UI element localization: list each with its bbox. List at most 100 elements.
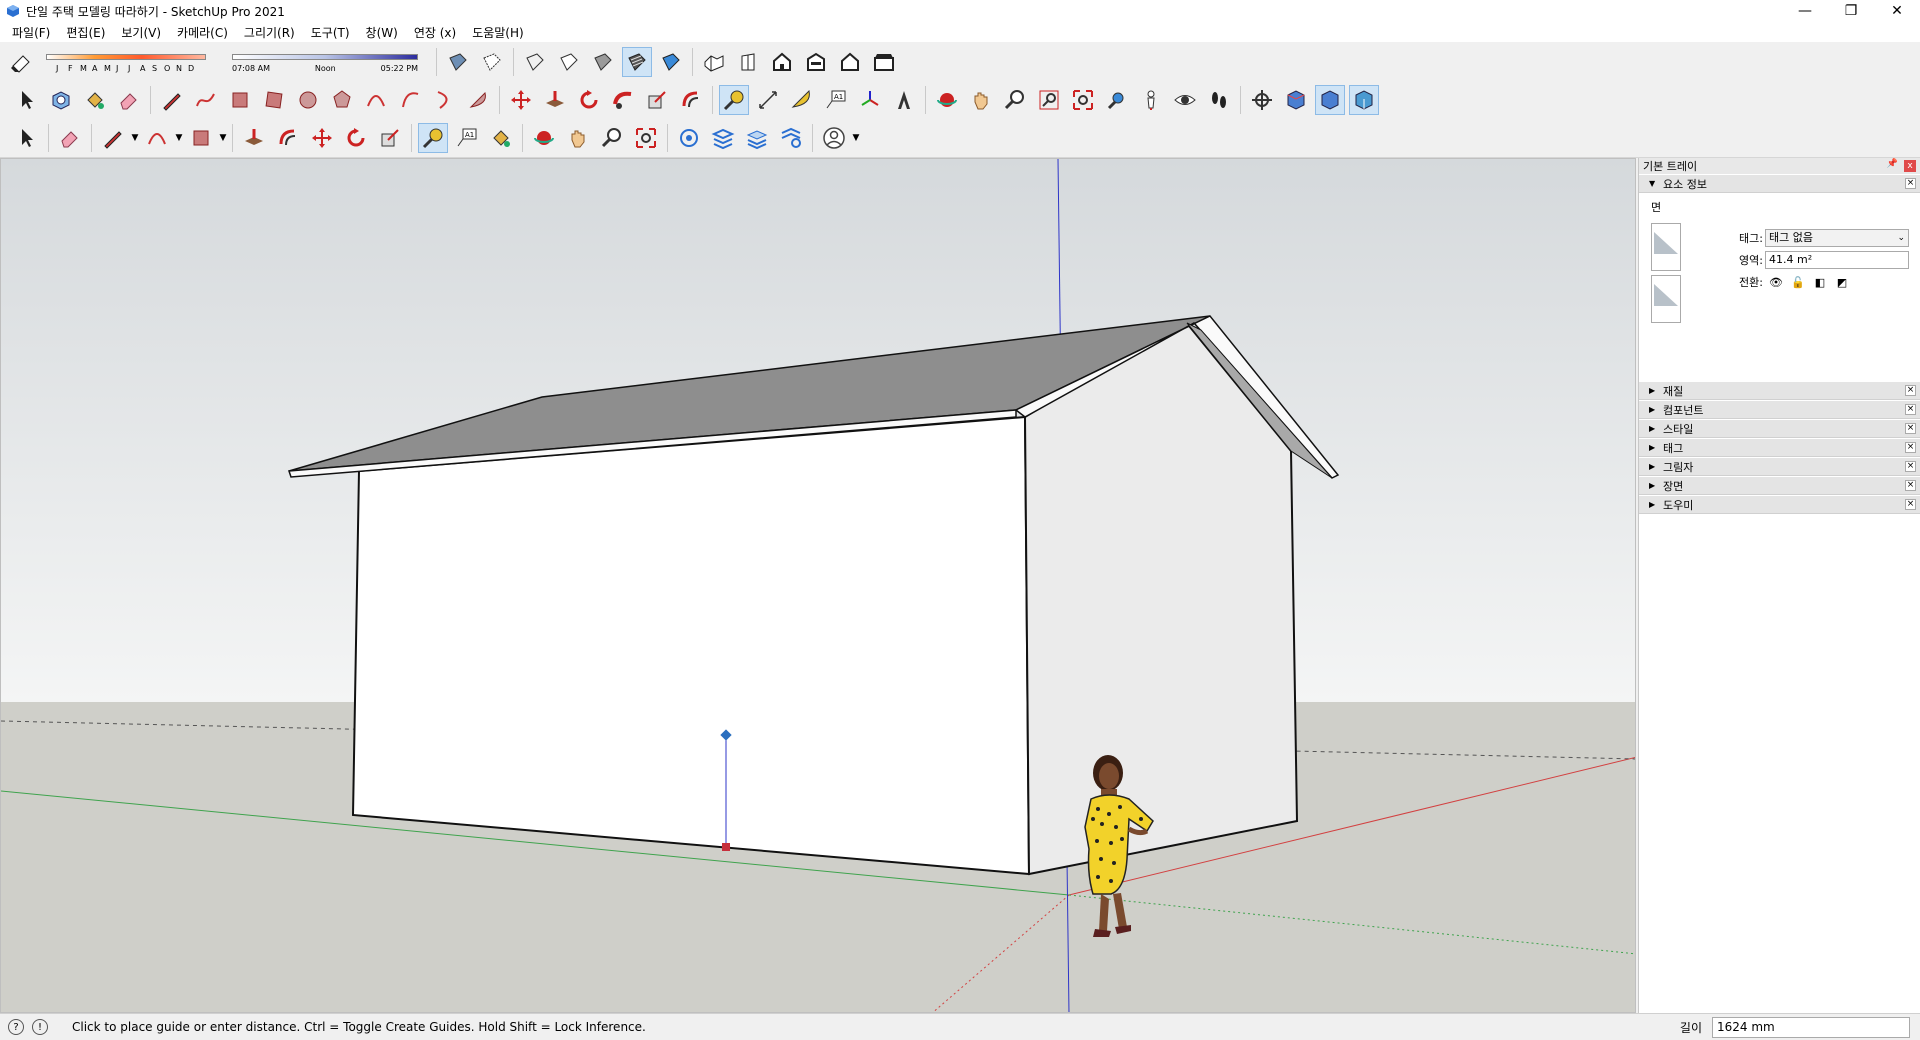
select-tool-button[interactable] <box>12 85 42 115</box>
rotate-button-small[interactable] <box>341 123 371 153</box>
three-point-arc-button[interactable] <box>429 85 459 115</box>
push-pull-button[interactable] <box>540 85 570 115</box>
move-tool-button[interactable] <box>506 85 536 115</box>
time-slider-track[interactable] <box>232 54 418 60</box>
panel-shadows[interactable]: ▶ 그림자 × <box>1639 458 1920 476</box>
pan-button-small[interactable] <box>563 123 593 153</box>
menu-view[interactable]: 보기(V) <box>113 24 169 41</box>
3d-warehouse-button[interactable] <box>674 123 704 153</box>
restore-button[interactable]: ❐ <box>1828 0 1874 22</box>
date-slider[interactable]: J F M A M J J A S O N D <box>46 48 206 76</box>
eraser-button-small[interactable] <box>55 123 85 153</box>
menu-tools[interactable]: 도구(T) <box>303 24 358 41</box>
geo-location-icon[interactable]: ? <box>8 1019 24 1035</box>
circle-tool-button[interactable] <box>293 85 323 115</box>
panel-instructor[interactable]: ▶ 도우미 × <box>1639 496 1920 514</box>
protractor-button[interactable] <box>787 85 817 115</box>
date-slider-track[interactable] <box>46 54 206 60</box>
line-tool-button[interactable] <box>157 85 187 115</box>
3d-text-button[interactable] <box>889 85 919 115</box>
minimize-button[interactable]: — <box>1782 0 1828 22</box>
panel-close-icon[interactable]: × <box>1905 499 1916 510</box>
back-edges-button[interactable] <box>477 47 507 77</box>
hidden-line-button[interactable] <box>554 47 584 77</box>
paint-bucket-button[interactable] <box>80 85 110 115</box>
house-front-wall[interactable] <box>351 415 1031 876</box>
tag-select[interactable]: 태그 없음 ⌄ <box>1765 229 1909 247</box>
two-point-arc-button[interactable] <box>395 85 425 115</box>
info-icon[interactable]: ! <box>32 1019 48 1035</box>
xray-button[interactable] <box>443 47 473 77</box>
panel-close-icon[interactable]: × <box>1905 480 1916 491</box>
line-dropdown-caret[interactable]: ▼ <box>130 123 140 153</box>
shaded-button[interactable] <box>588 47 618 77</box>
back-view-button[interactable] <box>801 47 831 77</box>
select-button-small[interactable] <box>12 123 42 153</box>
visible-eye-icon[interactable]: 👁 <box>1765 273 1787 291</box>
monochrome-button[interactable] <box>656 47 686 77</box>
shadow-toggle-button[interactable] <box>6 47 36 77</box>
close-button[interactable]: ✕ <box>1874 0 1920 22</box>
menu-extensions[interactable]: 연장 (x) <box>406 24 464 41</box>
eraser-tool-button[interactable] <box>114 85 144 115</box>
measurement-input[interactable]: 1624 mm <box>1712 1017 1910 1038</box>
look-around-button[interactable] <box>1170 85 1200 115</box>
top-view-button[interactable] <box>869 47 899 77</box>
menu-window[interactable]: 창(W) <box>358 24 406 41</box>
layers-button[interactable] <box>742 123 772 153</box>
entity-info-header[interactable]: ▼ 요소 정보 × <box>1639 175 1920 193</box>
push-pull-button-small[interactable] <box>239 123 269 153</box>
scale-button-small[interactable] <box>375 123 405 153</box>
arc-dropdown-caret[interactable]: ▼ <box>174 123 184 153</box>
make-component-button[interactable] <box>46 85 76 115</box>
line-button-small[interactable] <box>98 123 128 153</box>
move-button-small[interactable] <box>307 123 337 153</box>
display-section-fill-button[interactable] <box>1349 85 1379 115</box>
iso-view-button[interactable] <box>699 47 729 77</box>
panel-scenes[interactable]: ▶ 장면 × <box>1639 477 1920 495</box>
scale-tool-button[interactable] <box>642 85 672 115</box>
menu-file[interactable]: 파일(F) <box>4 24 58 41</box>
position-camera-button[interactable] <box>1136 85 1166 115</box>
pie-tool-button[interactable] <box>463 85 493 115</box>
orbit-tool-button[interactable] <box>932 85 962 115</box>
paint-bucket-button-small[interactable] <box>486 123 516 153</box>
panel-close-icon[interactable]: × <box>1905 423 1916 434</box>
zoom-extents-button-small[interactable] <box>631 123 661 153</box>
follow-me-button[interactable] <box>608 85 638 115</box>
scene-canvas[interactable] <box>1 159 1636 1013</box>
rotated-rectangle-button[interactable] <box>259 85 289 115</box>
zoom-tool-button[interactable] <box>1000 85 1030 115</box>
offset-button-small[interactable] <box>273 123 303 153</box>
orbit-button-small[interactable] <box>529 123 559 153</box>
front-view-button[interactable] <box>767 47 797 77</box>
front-material-swatch[interactable] <box>1651 223 1681 271</box>
display-section-cuts-button[interactable] <box>1315 85 1345 115</box>
previous-view-button[interactable] <box>1102 85 1132 115</box>
text-tool-button[interactable]: A1 <box>821 85 851 115</box>
menu-camera[interactable]: 카메라(C) <box>169 24 236 41</box>
account-dropdown-caret[interactable]: ▼ <box>851 123 861 153</box>
cast-shadows-icon[interactable]: ◩ <box>1831 273 1853 291</box>
tape-measure-button-small[interactable] <box>418 123 448 153</box>
polygon-tool-button[interactable] <box>327 85 357 115</box>
panel-close-icon[interactable]: × <box>1905 442 1916 453</box>
menu-help[interactable]: 도움말(H) <box>464 24 532 41</box>
shapes-button-small[interactable] <box>186 123 216 153</box>
zoom-extents-button[interactable] <box>1068 85 1098 115</box>
back-material-swatch[interactable] <box>1651 275 1681 323</box>
axes-tool-button[interactable] <box>855 85 885 115</box>
freehand-tool-button[interactable] <box>191 85 221 115</box>
offset-tool-button[interactable] <box>676 85 706 115</box>
left-view-button[interactable] <box>835 47 865 77</box>
extension-warehouse-button[interactable] <box>708 123 738 153</box>
panel-tags[interactable]: ▶ 태그 × <box>1639 439 1920 457</box>
display-section-planes-button[interactable] <box>1281 85 1311 115</box>
tray-close-button[interactable]: x <box>1904 160 1916 172</box>
dimension-tool-button[interactable] <box>753 85 783 115</box>
panel-close-icon[interactable]: × <box>1905 461 1916 472</box>
menu-edit[interactable]: 편집(E) <box>58 24 113 41</box>
walk-tool-button[interactable] <box>1204 85 1234 115</box>
arc-tool-button[interactable] <box>361 85 391 115</box>
time-slider[interactable]: 07:08 AM Noon 05:22 PM <box>232 48 418 76</box>
